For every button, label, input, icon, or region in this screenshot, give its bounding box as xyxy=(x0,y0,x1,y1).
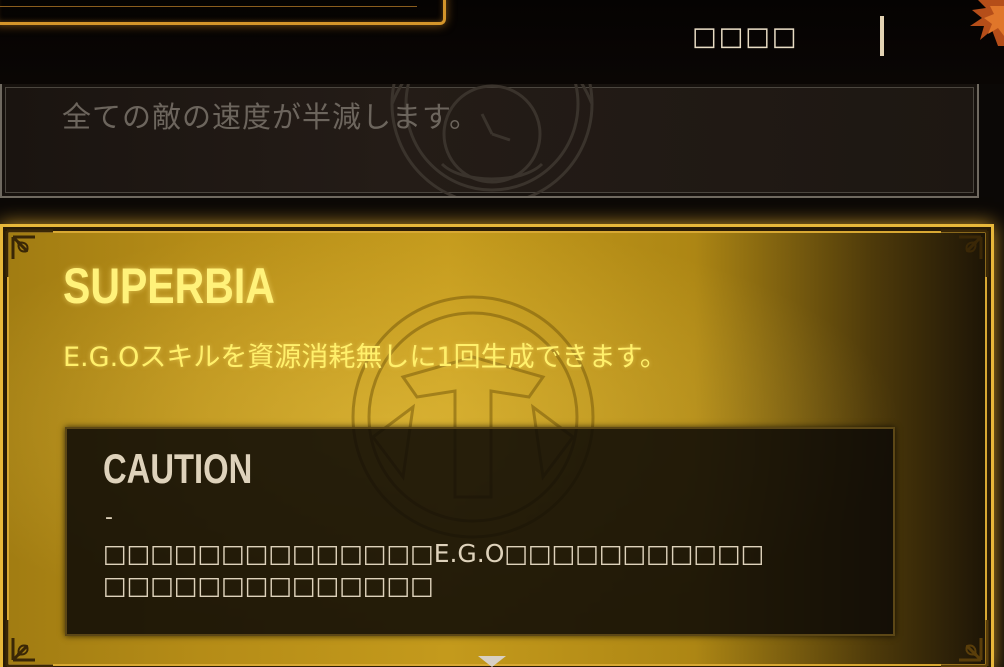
gift-card-selected[interactable]: SUPERBIA E.G.Oスキルを資源消耗無しに1回生成できます。 CAUTI… xyxy=(0,224,994,667)
selected-card-title: SUPERBIA xyxy=(63,258,275,314)
corner-ornament-icon xyxy=(941,229,989,277)
top-bar-label[interactable]: □□□□ xyxy=(692,22,798,52)
caution-dash: - xyxy=(105,505,113,530)
top-bar-divider xyxy=(880,16,884,56)
corner-ornament-icon xyxy=(941,620,989,667)
corner-ornament-icon xyxy=(5,620,53,667)
selected-card-description: E.G.Oスキルを資源消耗無しに1回生成できます。 xyxy=(63,342,667,373)
top-bar-frame xyxy=(0,0,446,25)
scroll-down-arrow-icon[interactable] xyxy=(478,656,506,667)
caution-text-line: □□□□□□□□□□□□□□E.G.O□□□□□□□□□□□ xyxy=(103,539,765,568)
ornament-icon xyxy=(970,0,1004,46)
corner-ornament-icon xyxy=(5,229,53,277)
caution-text-line: □□□□□□□□□□□□□□ xyxy=(103,571,434,600)
previous-card-description: 全ての敵の速度が半減します。 xyxy=(62,100,480,134)
caution-box: CAUTION - □□□□□□□□□□□□□□E.G.O□□□□□□□□□□□… xyxy=(65,427,895,636)
gift-card-previous[interactable]: 全ての敵の速度が半減します。 xyxy=(0,84,979,198)
caution-title: CAUTION xyxy=(103,445,253,492)
top-bar: □□□□ xyxy=(0,0,1004,84)
